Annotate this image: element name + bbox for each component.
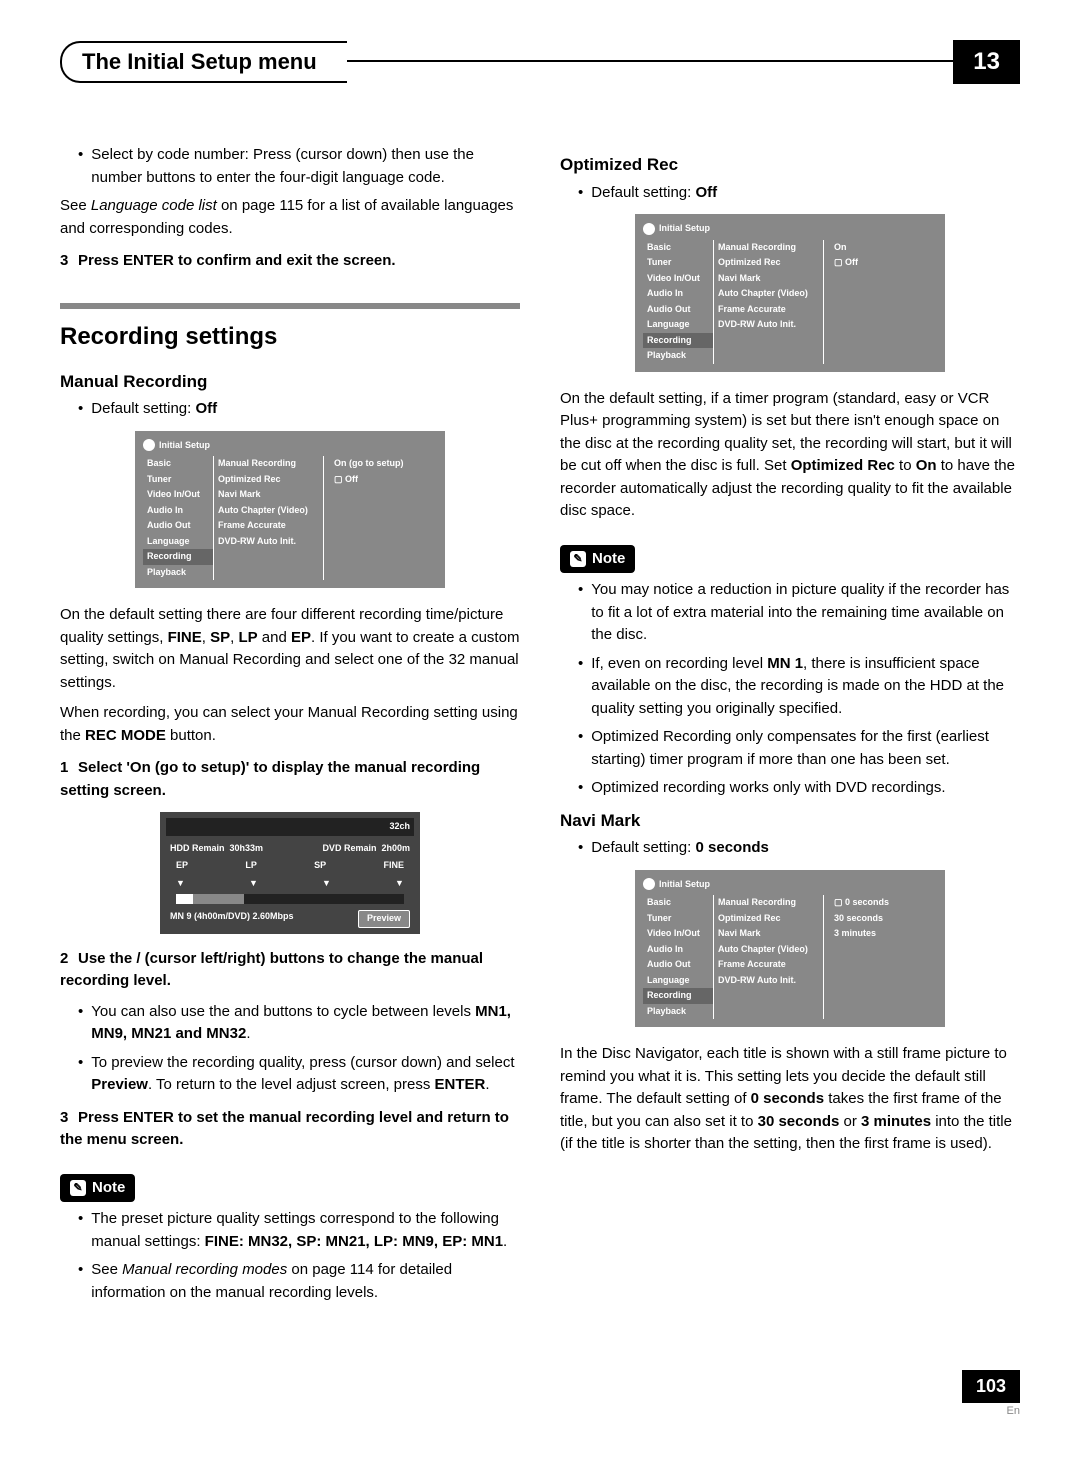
manual-default: Default setting: Off: [60, 398, 520, 421]
rec-channel: 32ch: [166, 818, 414, 836]
manual-p2: When recording, you can select your Manu…: [60, 702, 520, 747]
recording-settings-heading: Recording settings: [60, 319, 520, 355]
screenshot-optimized-rec: Initial Setup Basic Tuner Video In/Out A…: [635, 214, 945, 372]
opt-note-2: If, even on recording level MN 1, there …: [560, 653, 1020, 721]
chapter-title: The Initial Setup menu: [60, 41, 347, 83]
page-language: En: [60, 1405, 1020, 1417]
screenshot-recording-level: 32ch HDD Remain 30h33mDVD Remain 2h00m E…: [160, 812, 420, 934]
optimized-rec-heading: Optimized Rec: [560, 152, 1020, 178]
note-badge: ✎Note: [60, 1174, 135, 1203]
opt-note-1: You may notice a reduction in picture qu…: [560, 579, 1020, 647]
see-language: See Language code list on page 115 for a…: [60, 195, 520, 240]
step-2: 2Use the / (cursor left/right) buttons t…: [60, 948, 520, 993]
gear-icon: [643, 878, 655, 890]
left-column: Select by code number: Press (cursor dow…: [60, 144, 520, 1310]
intro-bullet: Select by code number: Press (cursor dow…: [60, 144, 520, 189]
step-3a: 3Press ENTER to confirm and exit the scr…: [60, 250, 520, 273]
page-number: 103: [962, 1370, 1020, 1403]
screenshot-manual-recording: Initial Setup Basic Tuner Video In/Out A…: [135, 431, 445, 589]
pencil-icon: ✎: [570, 551, 586, 567]
navi-mark-heading: Navi Mark: [560, 808, 1020, 834]
navi-paragraph: In the Disc Navigator, each title is sho…: [560, 1043, 1020, 1156]
optimized-paragraph: On the default setting, if a timer progr…: [560, 388, 1020, 523]
gear-icon: [143, 439, 155, 451]
step-3b: 3Press ENTER to set the manual recording…: [60, 1107, 520, 1152]
opt-note-3: Optimized Recording only compensates for…: [560, 726, 1020, 771]
left-note-2: See Manual recording modes on page 114 f…: [60, 1259, 520, 1304]
page-footer: 103 En: [60, 1370, 1020, 1417]
intro-bullet-text: Select by code number: Press (cursor dow…: [91, 144, 520, 189]
navi-default: Default setting: 0 seconds: [560, 837, 1020, 860]
optimized-default: Default setting: Off: [560, 182, 1020, 205]
manual-p1: On the default setting there are four di…: [60, 604, 520, 694]
left-note-1: The preset picture quality settings corr…: [60, 1208, 520, 1253]
step2-bullet-2: To preview the recording quality, press …: [60, 1052, 520, 1097]
manual-recording-heading: Manual Recording: [60, 369, 520, 395]
preview-button: Preview: [358, 910, 410, 928]
note-badge: ✎Note: [560, 545, 635, 574]
screenshot-navi-mark: Initial Setup Basic Tuner Video In/Out A…: [635, 870, 945, 1028]
header-rule: [347, 60, 954, 62]
pencil-icon: ✎: [70, 1180, 86, 1196]
step-1: 1Select 'On (go to setup)' to display th…: [60, 757, 520, 802]
page-header: The Initial Setup menu 13: [60, 40, 1020, 84]
section-divider: [60, 303, 520, 309]
step2-bullet-1: You can also use the and buttons to cycl…: [60, 1001, 520, 1046]
gear-icon: [643, 223, 655, 235]
opt-note-4: Optimized recording works only with DVD …: [560, 777, 1020, 800]
chapter-number: 13: [953, 40, 1020, 84]
right-column: Optimized Rec Default setting: Off Initi…: [560, 144, 1020, 1310]
